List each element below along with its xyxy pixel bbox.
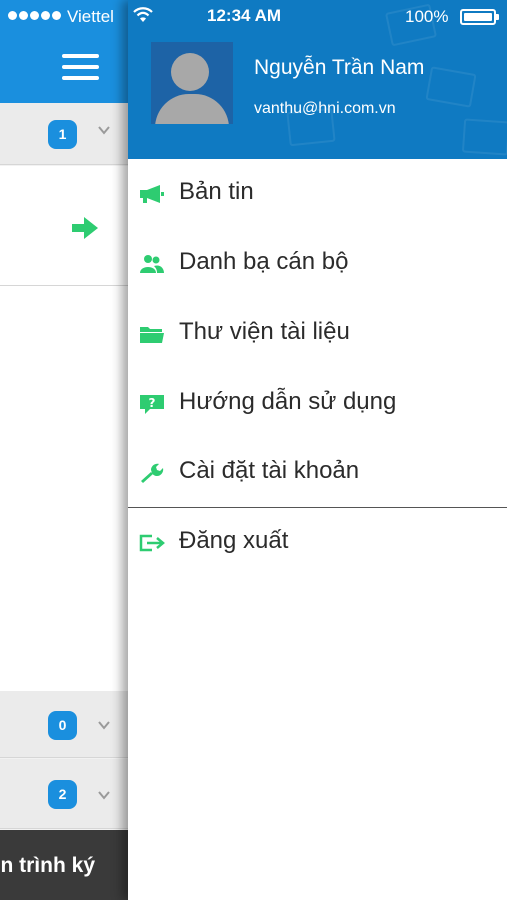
- hamburger-menu-icon[interactable]: [62, 54, 99, 80]
- signal-strength-icon: [8, 11, 63, 20]
- avatar[interactable]: [151, 42, 233, 124]
- menu-item-label: Bản tin: [179, 178, 254, 205]
- help-icon: ?: [140, 395, 164, 414]
- arrow-right-icon[interactable]: [72, 217, 98, 239]
- main-screen-background: 1 0 2 n trình ký: [0, 0, 128, 900]
- section-row-3[interactable]: 2: [0, 759, 128, 829]
- menu-item-document-library[interactable]: Thư viện tài liệu: [128, 299, 507, 369]
- battery-percentage: 100%: [405, 7, 449, 26]
- section-row-2[interactable]: 0: [0, 691, 128, 758]
- user-email: vanthu@hni.com.vn: [254, 100, 396, 117]
- menu-item-label: Đăng xuất: [179, 527, 289, 554]
- battery-icon: [460, 9, 499, 25]
- bottom-action-bar[interactable]: n trình ký: [0, 830, 128, 900]
- status-time: 12:34 AM: [207, 6, 282, 25]
- menu-item-staff-directory[interactable]: Danh bạ cán bộ: [128, 229, 507, 299]
- count-badge: 0: [48, 711, 77, 740]
- menu-item-account-settings[interactable]: Cài đặt tài khoản: [128, 438, 507, 508]
- menu-item-label: Hướng dẫn sử dụng: [179, 388, 397, 415]
- menu-item-label: Thư viện tài liệu: [179, 318, 350, 345]
- menu-item-user-guide[interactable]: ? Hướng dẫn sử dụng: [128, 369, 507, 439]
- menu-item-label: Cài đặt tài khoản: [179, 457, 360, 484]
- envelope-watermark-icon: [425, 66, 477, 108]
- avatar-body: [155, 94, 229, 124]
- folder-icon: [140, 327, 164, 343]
- chevron-down-icon: [98, 126, 110, 135]
- menu-item-logout[interactable]: Đăng xuất: [128, 508, 507, 578]
- megaphone-icon: [140, 185, 164, 203]
- avatar-head: [171, 53, 209, 91]
- carrier-name: Viettel: [67, 7, 114, 26]
- menu-item-news[interactable]: Bản tin: [128, 159, 507, 229]
- count-badge: 2: [48, 780, 77, 809]
- svg-text:?: ?: [149, 396, 156, 410]
- wrench-icon: [141, 463, 164, 483]
- menu-item-label: Danh bạ cán bộ: [179, 248, 349, 275]
- wifi-icon: [133, 7, 153, 22]
- users-icon: [140, 255, 164, 273]
- logout-icon: [139, 534, 165, 552]
- envelope-watermark-icon: [461, 118, 507, 156]
- user-name: Nguyễn Trần Nam: [254, 56, 425, 79]
- section-content-panel: [0, 166, 128, 691]
- chevron-down-icon: [98, 791, 110, 800]
- chevron-down-icon: [98, 721, 110, 730]
- divider: [0, 285, 128, 286]
- section-row-1[interactable]: 1: [0, 103, 128, 165]
- bottom-action-label: n trình ký: [0, 854, 95, 877]
- count-badge: 1: [48, 120, 77, 149]
- status-bar: Viettel 12:34 AM 100%: [0, 0, 507, 32]
- side-drawer-menu: Nguyễn Trần Nam vanthu@hni.com.vn Bản ti…: [128, 0, 507, 900]
